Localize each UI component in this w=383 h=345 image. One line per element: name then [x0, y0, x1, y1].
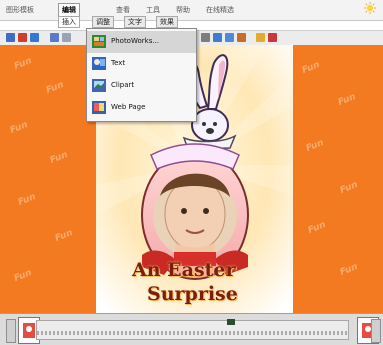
filmstrip-panel — [0, 313, 383, 345]
menu-item-templates[interactable]: 图形模板 — [6, 4, 34, 16]
menu-option-clipart[interactable]: Clipart — [87, 75, 196, 97]
pattern-word: Fun — [48, 149, 70, 167]
menu-item-help[interactable]: 帮助 — [176, 4, 190, 16]
photo-library-icon — [92, 35, 106, 48]
pattern-word: Fun — [16, 191, 38, 209]
redo-icon[interactable] — [30, 33, 39, 42]
text-icon — [92, 57, 106, 70]
thumbnail-strip[interactable] — [36, 319, 349, 340]
insert-menu: PhotoWorks... Text Clipart Web Page — [86, 28, 197, 122]
menu-option-label: Web Page — [111, 103, 146, 111]
print-icon[interactable] — [62, 33, 71, 42]
pattern-word: Fun — [338, 179, 360, 197]
card-title-line-1: An Easter — [132, 259, 236, 281]
crop-icon[interactable] — [237, 33, 246, 42]
scroll-right-button[interactable] — [371, 319, 381, 343]
delete-icon[interactable] — [268, 33, 277, 42]
new-icon[interactable] — [6, 33, 15, 42]
pattern-word: Fun — [306, 219, 328, 237]
tab-effects[interactable]: 效果 — [156, 16, 178, 28]
pattern-word: Fun — [44, 79, 66, 97]
pattern-word: Fun — [336, 91, 358, 109]
web-icon — [92, 101, 106, 114]
save-icon[interactable] — [50, 33, 59, 42]
app-window: 图形模板 编辑 查看 工具 帮助 在线精选 插入 调整 文字 效果 Fun Fu… — [0, 0, 383, 345]
current-position-marker — [227, 319, 235, 325]
menu-option-photoworks[interactable]: PhotoWorks... — [87, 31, 196, 53]
pattern-word: Fun — [338, 261, 360, 279]
scroll-left-button[interactable] — [6, 319, 16, 343]
folder-icon[interactable] — [256, 33, 265, 42]
flip-icon[interactable] — [213, 33, 222, 42]
pattern-word: Fun — [304, 137, 326, 155]
card-title-line-2: Surprise — [147, 283, 238, 305]
strip-divider — [37, 331, 348, 335]
menu-item-view[interactable]: 查看 — [116, 4, 130, 16]
menu-item-tools[interactable]: 工具 — [146, 4, 160, 16]
menu-option-label: PhotoWorks... — [111, 37, 160, 45]
tab-adjust[interactable]: 调整 — [92, 16, 114, 28]
menu-option-label: Text — [111, 59, 126, 67]
tab-text[interactable]: 文字 — [124, 16, 146, 28]
undo-icon[interactable] — [18, 33, 27, 42]
pattern-word: Fun — [300, 59, 322, 77]
pattern-word: Fun — [53, 227, 75, 245]
menu-option-label: Clipart — [111, 81, 135, 89]
menu-item-edit[interactable]: 编辑 — [58, 3, 80, 17]
menu-option-text[interactable]: Text — [87, 53, 196, 75]
zoom-icon[interactable] — [225, 33, 234, 42]
pattern-word: Fun — [12, 267, 34, 285]
menu-item-online[interactable]: 在线精选 — [206, 4, 234, 16]
pattern-word: Fun — [8, 119, 30, 137]
rotate-icon[interactable] — [201, 33, 210, 42]
clipart-icon — [92, 79, 106, 92]
tab-insert[interactable]: 插入 — [58, 16, 80, 28]
pattern-word: Fun — [12, 55, 34, 73]
sun-logo-icon — [364, 2, 376, 14]
menu-option-webpage[interactable]: Web Page — [87, 97, 196, 119]
